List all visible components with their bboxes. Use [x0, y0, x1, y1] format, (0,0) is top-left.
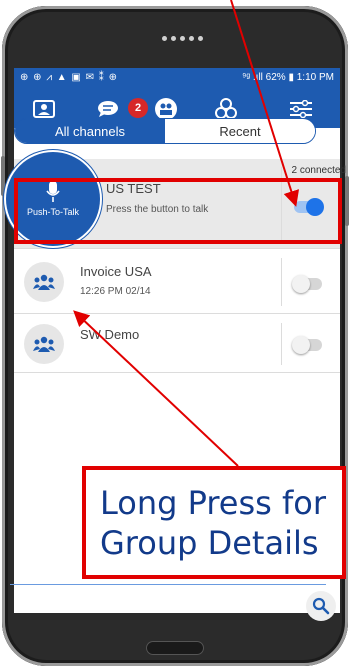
- tab-recent[interactable]: Recent: [165, 119, 315, 143]
- speaker-grille: [162, 36, 203, 41]
- group-icon: [33, 336, 55, 352]
- row-divider: [281, 323, 282, 365]
- chat-icon: [98, 101, 118, 117]
- power-button: [345, 176, 349, 226]
- channel-filter: All channels Recent: [14, 118, 316, 144]
- volume-button: [1, 156, 5, 196]
- search-button[interactable]: [306, 591, 336, 621]
- row-separator: [14, 313, 340, 314]
- bottom-divider: [10, 584, 326, 585]
- connected-count: 2 connected: [291, 165, 347, 176]
- unread-badge: 2: [128, 98, 148, 118]
- callout-line-2: Group Details: [100, 523, 319, 562]
- channel-row-sw-demo[interactable]: SW Demo: [14, 315, 340, 373]
- annotation-callout: Long Press for Group Details: [82, 466, 346, 579]
- contact-card-icon: [33, 100, 55, 118]
- status-right-info: ⁹ᵍ .ıll 62% ▮ 1:10 PM: [242, 72, 334, 83]
- highlight-box: [14, 178, 342, 244]
- callout-line-1: Long Press for: [100, 483, 326, 522]
- channel-row-invoice-usa[interactable]: Invoice USA 12:26 PM 02/14: [14, 250, 340, 314]
- search-icon: [312, 597, 330, 615]
- group-icon: [33, 274, 55, 290]
- channel-timestamp: 12:26 PM 02/14: [80, 286, 151, 297]
- channel-toggle-off[interactable]: [292, 336, 322, 354]
- channel-title: SW Demo: [80, 327, 140, 342]
- row-divider: [281, 258, 282, 306]
- channel-toggle-off[interactable]: [292, 275, 322, 293]
- status-notification-icons: ⊕ ⊕ ⩘ ▲ ▣ ✉ ⁑ ⊕: [20, 72, 118, 83]
- group-avatar[interactable]: [24, 262, 64, 302]
- group-avatar[interactable]: [24, 324, 64, 364]
- tab-all-channels[interactable]: All channels: [15, 119, 165, 143]
- row-separator: [14, 248, 340, 249]
- row-separator: [14, 372, 340, 373]
- status-bar: ⊕ ⊕ ⩘ ▲ ▣ ✉ ⁑ ⊕ ⁹ᵍ .ıll 62% ▮ 1:10 PM: [14, 68, 340, 90]
- channel-title: Invoice USA: [80, 264, 152, 279]
- settings-sliders-icon: [290, 100, 312, 118]
- home-button[interactable]: [146, 641, 204, 655]
